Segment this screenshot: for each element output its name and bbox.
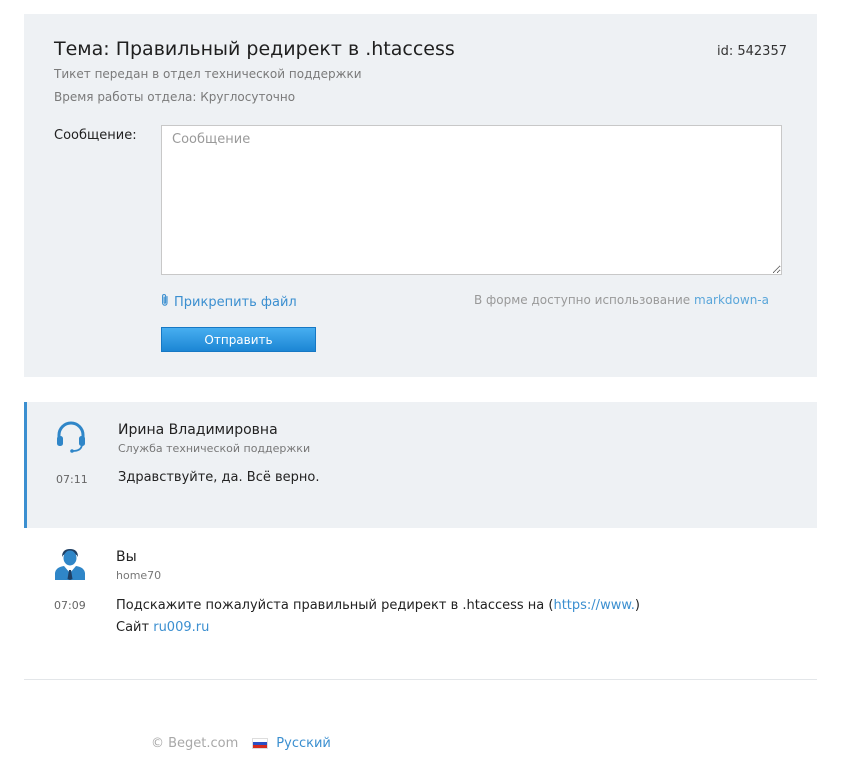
author-role: Служба технической поддержки [118,442,311,455]
author-name: Ирина Владимировна [118,422,278,438]
language-link[interactable]: Русский [276,736,331,751]
message-time: 07:09 [54,599,86,612]
message-label: Сообщение: [54,128,137,143]
message-url-link[interactable]: https://www. [553,598,634,613]
message-textarea[interactable] [161,125,782,275]
message-time: 07:11 [56,473,88,486]
ticket-title: Тема: Правильный редирект в .htaccess [54,38,455,60]
ticket-panel: Тема: Правильный редирект в .htaccess id… [24,14,817,377]
message-item: Вы home70 07:09 Подскажите пожалуйста пр… [24,528,817,680]
russia-flag-icon [252,738,269,749]
message-text: Подскажите пожалуйста правильный редирек… [116,595,640,639]
ticket-id: id: 542357 [716,44,787,59]
message-line: Сайт ru009.ru [116,617,640,639]
user-tie-icon [53,546,87,580]
site-link[interactable]: ru009.ru [153,620,209,635]
attach-file-label: Прикрепить файл [174,294,297,310]
author-role: home70 [116,569,162,582]
site-label: Сайт [116,620,150,635]
headset-icon [54,420,88,454]
message-text-suffix: ) [634,598,640,613]
message-item: Ирина Владимировна Служба технической по… [24,402,817,528]
attach-file-link[interactable]: Прикрепить файл [160,293,297,311]
author-name: Вы [116,549,137,565]
footer: © Beget.com Русский [151,736,331,751]
send-button[interactable]: Отправить [161,327,316,352]
message-text: Здравствуйте, да. Всё верно. [118,470,320,485]
ticket-department-note: Тикет передан в отдел технической поддер… [54,67,362,81]
ticket-working-hours: Время работы отдела: Круглосуточно [54,90,296,104]
markdown-note: В форме доступно использование markdown-… [474,293,769,307]
message-text-prefix: Подскажите пожалуйста правильный редирек… [116,598,554,613]
copyright: © Beget.com [151,736,239,751]
markdown-note-text: В форме доступно использование [473,293,691,307]
markdown-link[interactable]: markdown-а [694,293,769,307]
message-line: Подскажите пожалуйста правильный редирек… [116,595,640,617]
paperclip-icon [160,293,170,311]
